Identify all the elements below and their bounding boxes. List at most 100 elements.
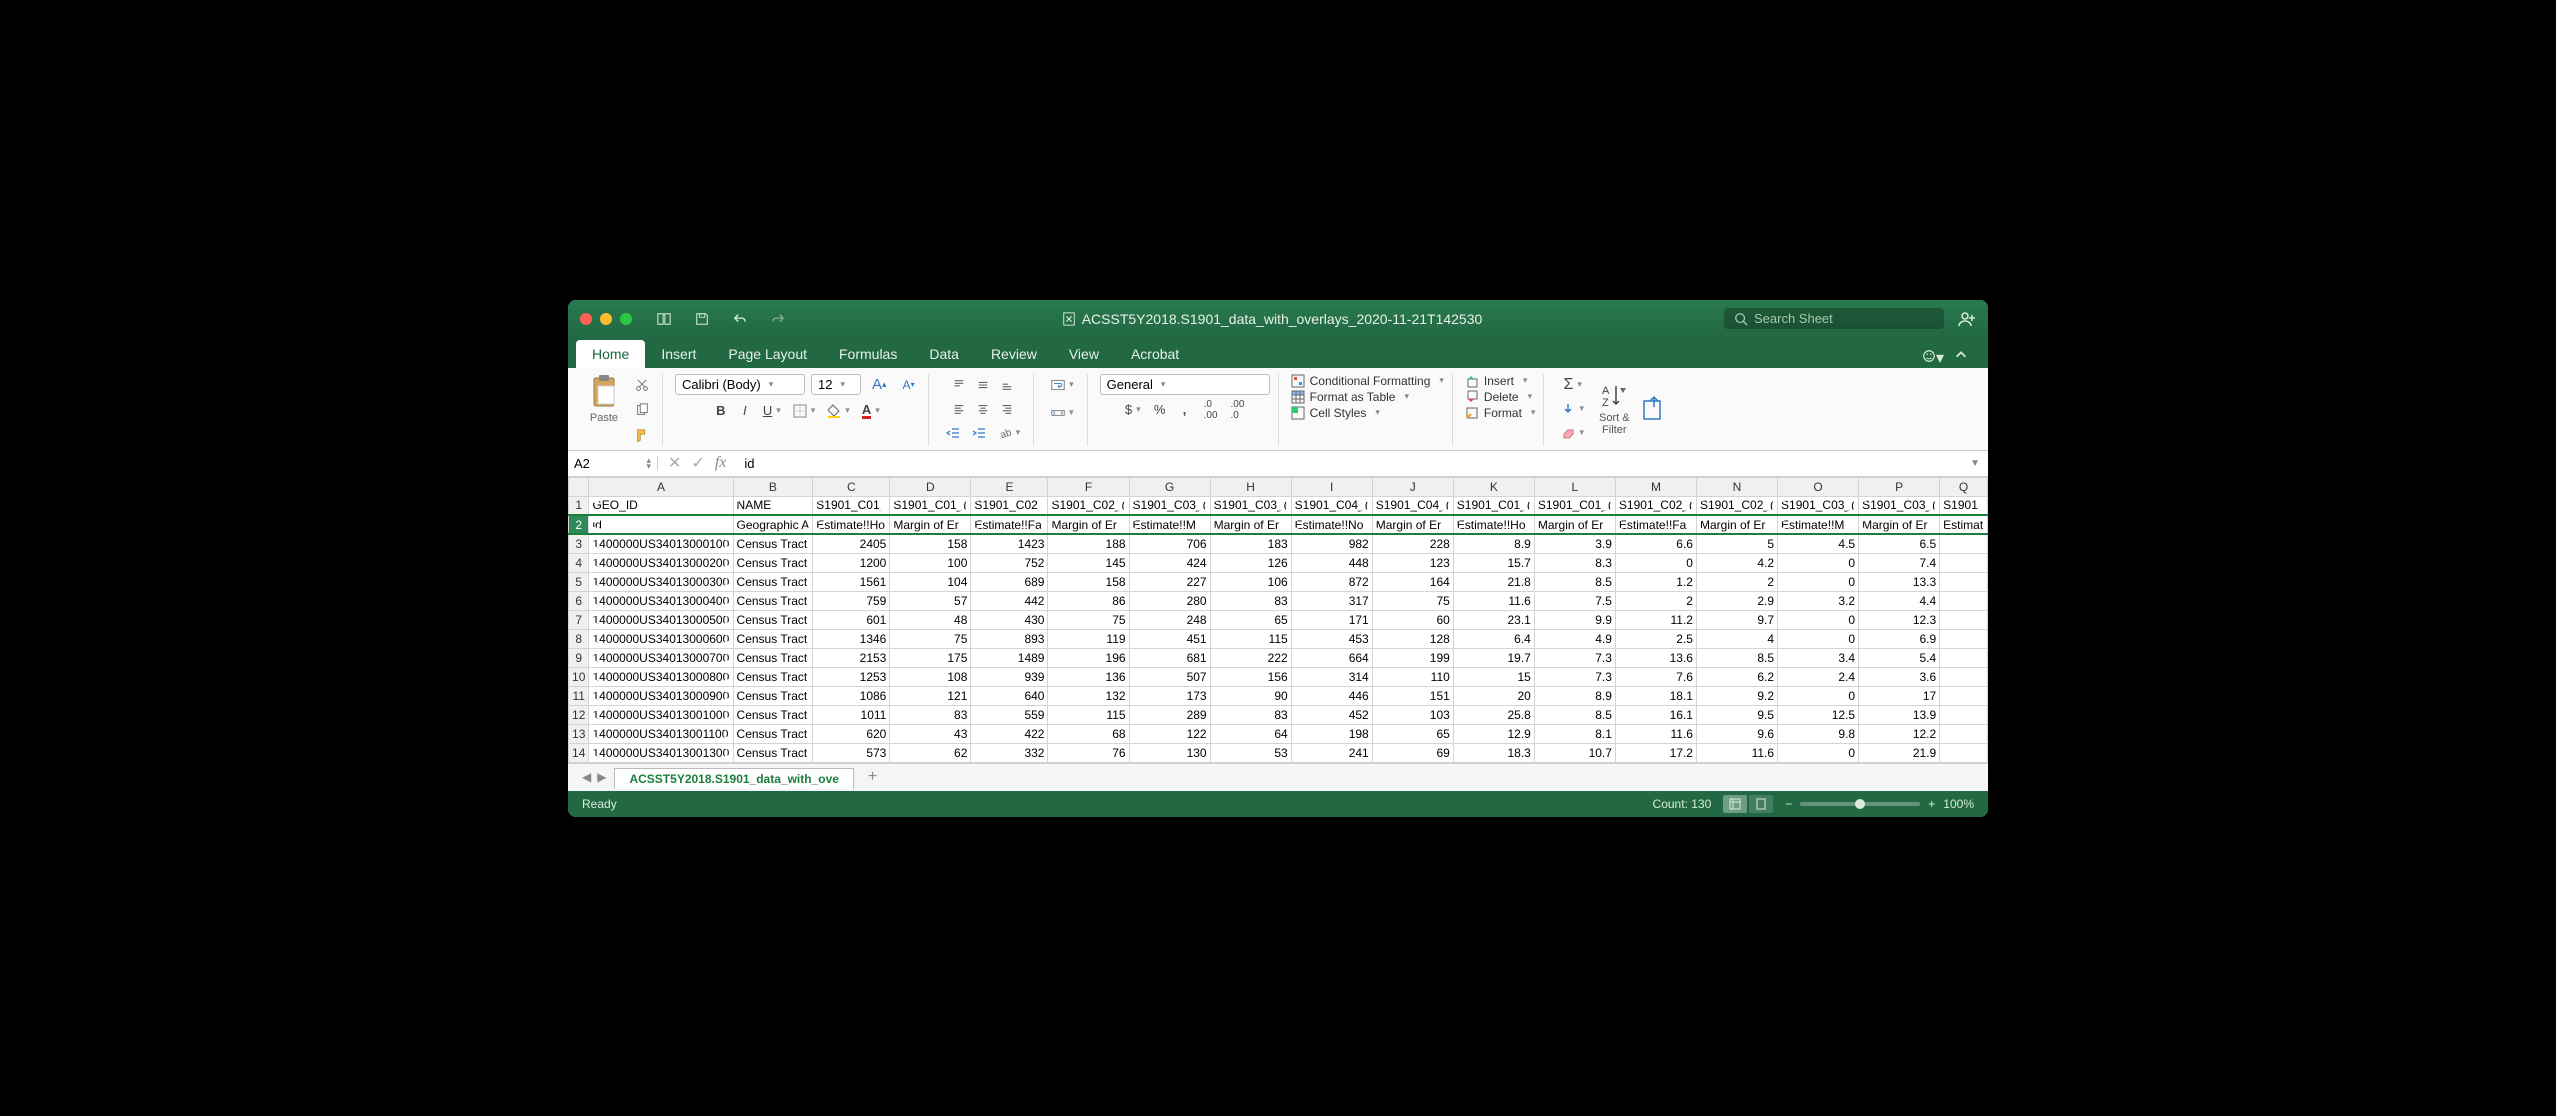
cell[interactable]: 12.2 <box>1859 724 1940 743</box>
cell[interactable]: Census Tract <box>733 705 813 724</box>
cell[interactable]: 689 <box>971 572 1048 591</box>
cell[interactable]: 132 <box>1048 686 1129 705</box>
cell[interactable]: 86 <box>1048 591 1129 610</box>
font-color-button[interactable]: A <box>857 400 885 422</box>
comma-icon[interactable]: , <box>1174 399 1196 421</box>
cell[interactable]: 1400000US34013001000 <box>589 705 733 724</box>
cell[interactable]: 248 <box>1129 610 1210 629</box>
cell[interactable]: 706 <box>1129 534 1210 553</box>
cell[interactable]: 69 <box>1372 743 1453 762</box>
cell[interactable]: Margin of Er <box>1210 515 1291 534</box>
cell[interactable]: Census Tract <box>733 686 813 705</box>
number-format-select[interactable]: General <box>1100 374 1270 395</box>
cell[interactable]: 448 <box>1291 553 1372 572</box>
conditional-formatting-button[interactable]: Conditional Formatting <box>1291 374 1444 388</box>
row-header[interactable]: 5 <box>569 572 589 591</box>
cell[interactable]: 8.5 <box>1534 572 1615 591</box>
cell[interactable]: S1901_C03_( <box>1778 496 1859 515</box>
cell[interactable]: 228 <box>1372 534 1453 553</box>
italic-button[interactable]: I <box>734 400 756 422</box>
cell[interactable]: 8.1 <box>1534 724 1615 743</box>
cell[interactable]: 7.3 <box>1534 648 1615 667</box>
name-box[interactable]: A2▴▾ <box>568 456 658 471</box>
cell[interactable]: 68 <box>1048 724 1129 743</box>
cell[interactable]: 8.9 <box>1534 686 1615 705</box>
row-header[interactable]: 12 <box>569 705 589 724</box>
cell[interactable]: 8.3 <box>1534 553 1615 572</box>
cell[interactable] <box>1940 686 1988 705</box>
cell[interactable]: Margin of Er <box>1534 515 1615 534</box>
cell[interactable]: 145 <box>1048 553 1129 572</box>
cell[interactable]: 6.2 <box>1696 667 1777 686</box>
cell[interactable]: S1901_C02_( <box>1615 496 1696 515</box>
cell[interactable]: 83 <box>1210 591 1291 610</box>
row-header[interactable]: 10 <box>569 667 589 686</box>
cell[interactable]: NAME <box>733 496 813 515</box>
cell[interactable]: 13.6 <box>1615 648 1696 667</box>
search-input[interactable]: Search Sheet <box>1724 308 1944 329</box>
tab-view[interactable]: View <box>1053 340 1115 368</box>
cell[interactable]: Margin of Er <box>1696 515 1777 534</box>
zoom-slider[interactable] <box>1800 802 1920 806</box>
cell[interactable]: 601 <box>813 610 890 629</box>
cell[interactable]: 453 <box>1291 629 1372 648</box>
cell[interactable]: 1400000US34013000200 <box>589 553 733 572</box>
bold-button[interactable]: B <box>710 400 732 422</box>
cell[interactable]: Census Tract <box>733 629 813 648</box>
cell[interactable]: 280 <box>1129 591 1210 610</box>
cell[interactable]: 222 <box>1210 648 1291 667</box>
tab-insert[interactable]: Insert <box>645 340 712 368</box>
cell[interactable]: Estimate!!M <box>1778 515 1859 534</box>
column-header[interactable]: A <box>589 477 733 496</box>
cell[interactable]: 4.9 <box>1534 629 1615 648</box>
cell[interactable]: 65 <box>1372 724 1453 743</box>
cell[interactable]: 8.9 <box>1453 534 1534 553</box>
cell[interactable]: 25.8 <box>1453 705 1534 724</box>
cell[interactable]: 1400000US34013000700 <box>589 648 733 667</box>
cell[interactable]: 424 <box>1129 553 1210 572</box>
align-top-icon[interactable] <box>948 374 970 396</box>
column-header[interactable]: B <box>733 477 813 496</box>
cell[interactable]: 17.2 <box>1615 743 1696 762</box>
cell[interactable]: 7.4 <box>1859 553 1940 572</box>
cell[interactable]: 18.1 <box>1615 686 1696 705</box>
cell[interactable]: S1901_C03_( <box>1210 496 1291 515</box>
tab-formulas[interactable]: Formulas <box>823 340 913 368</box>
cell[interactable]: 1400000US34013000500 <box>589 610 733 629</box>
cell[interactable]: 2.4 <box>1778 667 1859 686</box>
close-button[interactable] <box>580 313 592 325</box>
cell[interactable]: Census Tract <box>733 724 813 743</box>
cell[interactable]: 2.9 <box>1696 591 1777 610</box>
cell[interactable]: 893 <box>971 629 1048 648</box>
cell[interactable]: 196 <box>1048 648 1129 667</box>
cell[interactable]: S1901 <box>1940 496 1988 515</box>
cell[interactable]: 123 <box>1372 553 1453 572</box>
cell[interactable]: 8.5 <box>1534 705 1615 724</box>
cell[interactable]: 10.7 <box>1534 743 1615 762</box>
orientation-icon[interactable]: ab <box>993 422 1026 444</box>
cell[interactable]: 227 <box>1129 572 1210 591</box>
cell[interactable]: id <box>589 515 733 534</box>
cell[interactable]: 3.9 <box>1534 534 1615 553</box>
cell[interactable]: 5 <box>1696 534 1777 553</box>
insert-button[interactable]: Insert <box>1465 374 1536 388</box>
formula-input[interactable]: id <box>736 456 1962 471</box>
cell[interactable]: 752 <box>971 553 1048 572</box>
cell[interactable]: 2.5 <box>1615 629 1696 648</box>
wrap-text-icon[interactable] <box>1046 374 1079 396</box>
select-all-corner[interactable] <box>569 477 589 496</box>
cell[interactable]: 452 <box>1291 705 1372 724</box>
cell[interactable]: 2153 <box>813 648 890 667</box>
increase-indent-icon[interactable] <box>967 422 991 444</box>
cell[interactable]: 2405 <box>813 534 890 553</box>
cell[interactable]: 11.6 <box>1615 724 1696 743</box>
fill-color-button[interactable] <box>822 400 855 422</box>
cell[interactable]: 100 <box>890 553 971 572</box>
cell[interactable] <box>1940 724 1988 743</box>
cell[interactable]: 317 <box>1291 591 1372 610</box>
collapse-ribbon-icon[interactable] <box>1954 348 1968 367</box>
increase-decimal-icon[interactable]: .0.00 <box>1199 399 1223 421</box>
cell[interactable]: Margin of Er <box>1859 515 1940 534</box>
column-header[interactable]: Q <box>1940 477 1988 496</box>
cell[interactable]: Census Tract <box>733 610 813 629</box>
